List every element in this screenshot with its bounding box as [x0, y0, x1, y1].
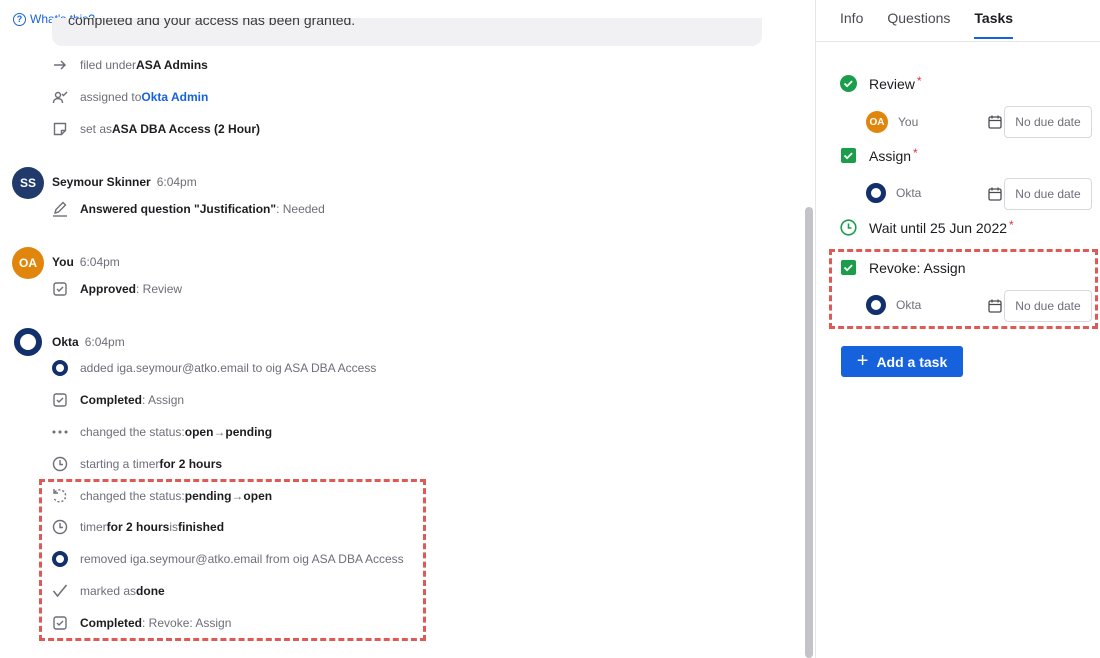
tab-info[interactable]: Info: [840, 10, 863, 26]
calendar-icon: [988, 187, 1002, 201]
okta-admin-link[interactable]: Okta Admin: [141, 90, 208, 104]
due-date-field[interactable]: No due date: [1004, 178, 1092, 210]
task-review-assignee: OA You: [866, 111, 918, 133]
task-revoke-assignee: Okta: [866, 295, 921, 315]
event-completed-assign: Completed: Assign: [52, 390, 184, 410]
entry-header-okta: Okta 6:04pm: [52, 335, 125, 349]
event-removed-user: removed iga.seymour@atko.email from oig …: [52, 549, 404, 569]
assign-user-icon: [52, 89, 68, 105]
edit-pen-icon: [52, 201, 68, 217]
complete-circle-icon: [840, 75, 857, 92]
entry-header-you: You 6:04pm: [52, 255, 120, 269]
calendar-icon: [988, 299, 1002, 313]
event-answered-question: Answered question "Justification": Neede…: [52, 199, 325, 219]
side-panel-tabs: Info Questions Tasks: [840, 10, 1013, 39]
event-status-open-pending: changed the status: open → pending: [52, 422, 272, 442]
due-date-field[interactable]: No due date: [1004, 106, 1092, 138]
pane-divider: [815, 0, 816, 658]
add-task-button[interactable]: + Add a task: [841, 346, 963, 377]
message-bubble: completed and your access has been grant…: [52, 18, 762, 46]
event-timer-finished: timer for 2 hours is finished: [52, 517, 224, 537]
calendar-icon: [988, 115, 1002, 129]
checkmark-icon: [52, 583, 68, 599]
event-filed-under: filed under ASA Admins: [52, 55, 208, 75]
help-icon: ?: [13, 12, 26, 26]
tab-questions[interactable]: Questions: [887, 10, 950, 26]
okta-logo-icon: [14, 328, 42, 356]
entry-header-skinner: Seymour Skinner 6:04pm: [52, 175, 197, 189]
clock-icon: [52, 456, 68, 472]
event-starting-timer: starting a timer for 2 hours: [52, 454, 222, 474]
okta-logo-icon: [866, 183, 886, 203]
arrow-right-icon: [52, 57, 68, 73]
event-approved: Approved: Review: [52, 279, 182, 299]
okta-logo-icon: [52, 360, 68, 376]
task-wait[interactable]: Wait until 25 Jun 2022 *: [840, 218, 1014, 236]
reopen-icon: [52, 488, 68, 504]
task-revoke-assign[interactable]: Revoke: Assign: [840, 259, 966, 276]
checkbox-checked-icon: [52, 615, 68, 631]
message-text: completed and your access has been grant…: [68, 18, 356, 28]
task-review[interactable]: Review *: [840, 74, 922, 92]
event-marked-done: marked as done: [52, 581, 165, 601]
more-dots-icon: [52, 424, 68, 440]
okta-logo-icon: [866, 295, 886, 315]
event-assigned-to: assigned to Okta Admin: [52, 87, 208, 107]
request-detail-view: ? What's this? completed and your access…: [0, 0, 1100, 658]
event-set-as: set as ASA DBA Access (2 Hour): [52, 119, 260, 139]
event-added-user: added iga.seymour@atko.email to oig ASA …: [52, 358, 376, 378]
checkbox-checked-icon: [52, 392, 68, 408]
okta-logo-icon: [52, 551, 68, 567]
tab-tasks[interactable]: Tasks: [974, 10, 1013, 39]
avatar-oa: OA: [12, 247, 44, 279]
clock-icon: [840, 219, 857, 236]
checkbox-checked-icon: [52, 281, 68, 297]
clock-icon: [52, 519, 68, 535]
activity-scrollbar[interactable]: [805, 207, 813, 658]
avatar-ss: SS: [12, 167, 44, 199]
task-assign-assignee: Okta: [866, 183, 921, 203]
checkbox-checked-icon[interactable]: [840, 147, 857, 164]
tabs-divider: [816, 41, 1100, 42]
plus-icon: +: [856, 349, 869, 372]
task-assign[interactable]: Assign *: [840, 146, 918, 164]
event-completed-revoke: Completed: Revoke: Assign: [52, 613, 231, 633]
note-icon: [52, 121, 68, 137]
avatar-oa-small: OA: [866, 111, 888, 133]
checkbox-checked-icon[interactable]: [840, 259, 857, 276]
due-date-field[interactable]: No due date: [1004, 290, 1092, 322]
event-status-pending-open: changed the status: pending → open: [52, 486, 272, 506]
